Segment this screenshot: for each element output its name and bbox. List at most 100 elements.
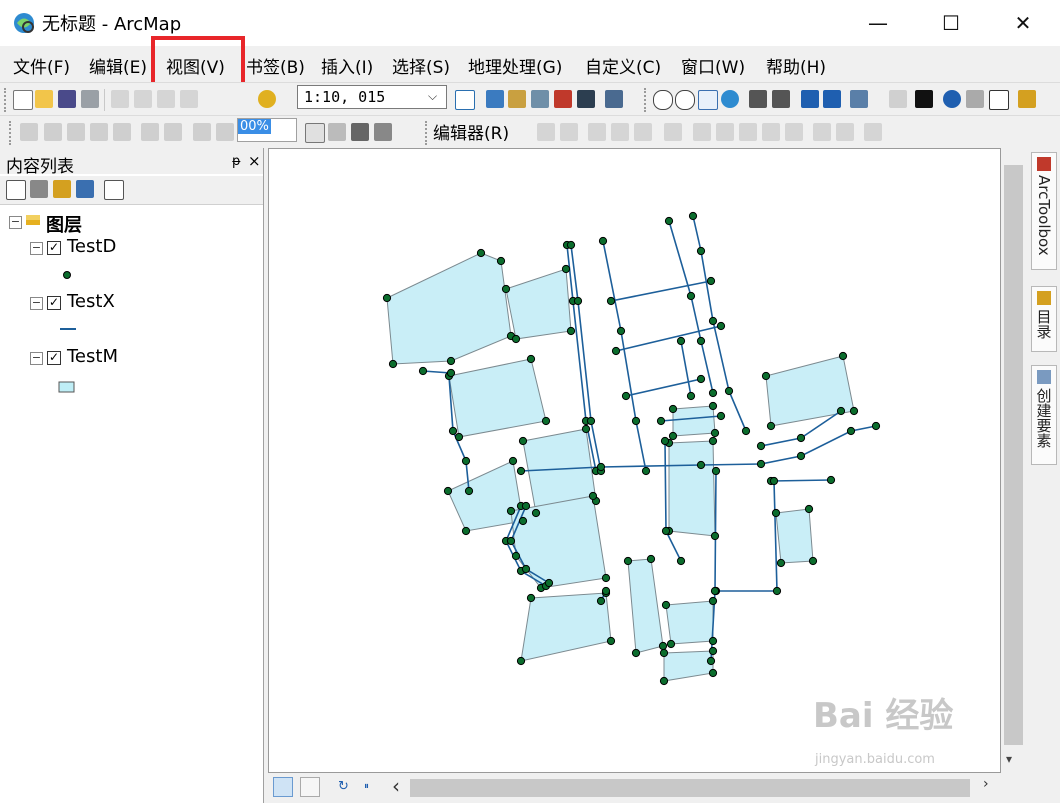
layer-name-testd[interactable]: TestD <box>67 236 116 257</box>
sketch-properties-icon[interactable] <box>836 123 854 141</box>
end-point-arc-icon[interactable] <box>611 123 629 141</box>
toolbar-grip[interactable] <box>4 88 10 112</box>
layout-view-button[interactable] <box>300 777 320 797</box>
close-button[interactable]: ✕ <box>1000 0 1046 46</box>
menu-geoprocessing[interactable]: 地理处理(G) <box>468 53 562 78</box>
data-view-button[interactable] <box>273 777 293 797</box>
zoom-in-icon[interactable] <box>653 90 673 110</box>
back-arrow-icon[interactable] <box>801 90 819 108</box>
attributes-icon[interactable] <box>813 123 831 141</box>
layout-zoom-out-icon[interactable] <box>44 123 62 141</box>
toolbar-grip[interactable] <box>9 121 15 145</box>
change-layout-icon[interactable] <box>351 123 369 141</box>
clear-selection-icon[interactable] <box>889 90 907 108</box>
arctoolbox-window-icon[interactable] <box>554 90 572 108</box>
editor-toolbar-icon[interactable] <box>455 90 475 110</box>
previous-extent-icon[interactable] <box>193 123 211 141</box>
menu-help[interactable]: 帮助(H) <box>766 53 826 78</box>
new-document-icon[interactable] <box>13 90 33 110</box>
menu-file[interactable]: 文件(F) <box>13 53 70 78</box>
print-icon[interactable] <box>81 90 99 108</box>
line-symbol-icon[interactable] <box>58 324 78 334</box>
zoom-100-icon[interactable] <box>113 123 131 141</box>
select-features-icon[interactable] <box>850 90 868 108</box>
fixed-zoom-out-icon[interactable] <box>772 90 790 108</box>
layers-root-label[interactable]: 图层 <box>46 211 82 237</box>
reshape-feature-icon[interactable] <box>716 123 734 141</box>
collapse-icon[interactable]: − <box>30 297 43 310</box>
focus-data-frame-icon[interactable] <box>328 123 346 141</box>
horizontal-scroll-thumb[interactable] <box>410 779 970 797</box>
delete-icon[interactable] <box>180 90 198 108</box>
layout-pan-icon[interactable] <box>67 123 85 141</box>
trace-icon[interactable] <box>634 123 652 141</box>
toolbar-grip[interactable] <box>425 121 431 145</box>
toolbar-grip[interactable] <box>644 88 650 112</box>
edit-tool-icon[interactable] <box>537 123 555 141</box>
chevron-down-icon[interactable]: ⌵ <box>428 89 437 104</box>
menu-insert[interactable]: 插入(I) <box>321 53 373 78</box>
search-window-icon[interactable] <box>531 90 549 108</box>
toc-window-icon[interactable] <box>486 90 504 108</box>
save-icon[interactable] <box>58 90 76 108</box>
forward-arrow-icon[interactable] <box>823 90 841 108</box>
layout-zoom-percent-combobox[interactable]: 00% <box>237 118 297 142</box>
html-popup-icon[interactable] <box>989 90 1009 110</box>
map-display[interactable] <box>268 148 1001 773</box>
arctoolbox-tab[interactable]: ArcToolbox <box>1031 152 1057 270</box>
select-elements-icon[interactable] <box>915 90 933 108</box>
list-by-visibility-icon[interactable] <box>53 180 71 198</box>
layer-visibility-checkbox[interactable]: ✓ <box>47 241 61 255</box>
list-by-source-icon[interactable] <box>30 180 48 198</box>
vertical-scroll-thumb[interactable] <box>1004 165 1023 745</box>
collapse-icon[interactable]: − <box>9 216 22 229</box>
point-icon[interactable] <box>664 123 682 141</box>
layer-name-testx[interactable]: TestX <box>67 291 115 312</box>
fixed-zoom-out-layout-icon[interactable] <box>164 123 182 141</box>
zoom-out-icon[interactable] <box>675 90 695 110</box>
catalog-window-icon[interactable] <box>508 90 526 108</box>
menu-edit[interactable]: 编辑(E) <box>89 53 147 78</box>
toggle-draft-mode-icon[interactable] <box>305 123 325 143</box>
layer-visibility-checkbox[interactable]: ✓ <box>47 351 61 365</box>
cut-polygons-icon[interactable] <box>739 123 757 141</box>
create-features-tab[interactable]: 创建要素 <box>1031 365 1057 465</box>
scroll-down-arrow-icon[interactable]: ▾ <box>1006 752 1012 766</box>
list-by-selection-icon[interactable] <box>76 180 94 198</box>
menu-selection[interactable]: 选择(S) <box>392 53 450 78</box>
toc-close-icon[interactable]: × <box>248 152 261 170</box>
measure-icon[interactable] <box>1018 90 1036 108</box>
model-builder-icon[interactable] <box>605 90 623 108</box>
layer-visibility-checkbox[interactable]: ✓ <box>47 296 61 310</box>
scroll-right-arrow-icon[interactable]: › <box>983 776 989 792</box>
maximize-button[interactable]: ☐ <box>928 0 974 46</box>
pan-hand-icon[interactable] <box>698 90 718 110</box>
data-driven-pages-icon[interactable] <box>374 123 392 141</box>
collapse-icon[interactable]: − <box>30 352 43 365</box>
next-extent-icon[interactable] <box>216 123 234 141</box>
polygon-symbol-icon[interactable] <box>58 380 76 394</box>
fixed-zoom-in-layout-icon[interactable] <box>141 123 159 141</box>
hyperlink-icon[interactable] <box>966 90 984 108</box>
add-data-icon[interactable] <box>258 90 276 108</box>
identify-icon[interactable] <box>943 90 961 108</box>
menu-windows[interactable]: 窗口(W) <box>681 53 745 78</box>
scroll-left-arrow-icon[interactable]: ‹ <box>392 774 400 798</box>
list-by-drawing-order-icon[interactable] <box>6 180 26 200</box>
straight-segment-icon[interactable] <box>588 123 606 141</box>
catalog-tab[interactable]: 目录 <box>1031 286 1057 352</box>
open-folder-icon[interactable] <box>35 90 53 108</box>
map-canvas[interactable] <box>269 149 1000 772</box>
edit-vertices-icon[interactable] <box>693 123 711 141</box>
copy-icon[interactable] <box>134 90 152 108</box>
edit-annotation-icon[interactable] <box>560 123 578 141</box>
create-features-icon[interactable] <box>864 123 882 141</box>
point-symbol-icon[interactable] <box>61 269 73 281</box>
toc-options-icon[interactable] <box>104 180 124 200</box>
collapse-icon[interactable]: − <box>30 242 43 255</box>
map-scale-combobox[interactable]: 1:10, 015 <box>297 85 447 109</box>
layout-zoom-in-icon[interactable] <box>20 123 38 141</box>
cut-icon[interactable] <box>111 90 129 108</box>
zoom-whole-page-icon[interactable] <box>90 123 108 141</box>
layer-name-testm[interactable]: TestM <box>67 346 118 367</box>
